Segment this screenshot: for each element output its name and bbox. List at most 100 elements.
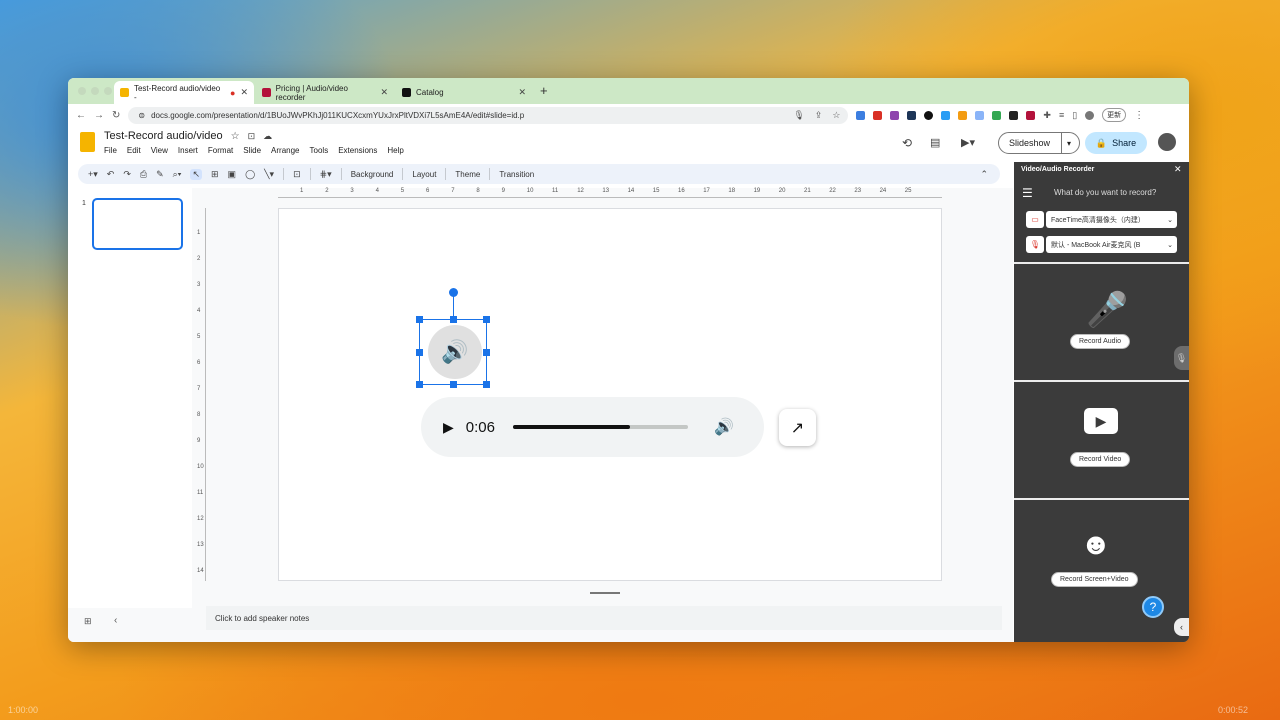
- redo-icon[interactable]: ↷: [123, 169, 131, 180]
- tab-pricing[interactable]: Pricing | Audio/video recorder ✕: [256, 81, 394, 104]
- reading-list-icon[interactable]: ≡: [1059, 110, 1064, 120]
- speaker-icon[interactable]: 🔊: [428, 325, 482, 379]
- tab-catalog[interactable]: Catalog ✕: [396, 81, 532, 104]
- progress-track[interactable]: [512, 425, 688, 429]
- extension-icon[interactable]: [856, 110, 866, 120]
- new-tab-button[interactable]: +: [540, 83, 548, 98]
- extension-icon[interactable]: [958, 110, 968, 120]
- extension-icon[interactable]: [1026, 110, 1036, 120]
- open-external-icon[interactable]: ↗: [779, 409, 816, 446]
- background-button[interactable]: Background: [351, 170, 394, 179]
- record-screen-video-button[interactable]: Record Screen+Video: [1051, 572, 1138, 587]
- slideshow-button[interactable]: Slideshow ▾: [998, 132, 1080, 154]
- record-video-button[interactable]: Record Video: [1070, 452, 1131, 467]
- menu-insert[interactable]: Insert: [178, 146, 198, 155]
- puzzle-icon[interactable]: ✚: [1043, 110, 1051, 121]
- close-tab-icon[interactable]: ✕: [380, 87, 388, 98]
- extension-icon[interactable]: [924, 110, 934, 120]
- doc-title[interactable]: Test-Record audio/video: [104, 130, 223, 142]
- close-tab-icon[interactable]: ✕: [240, 87, 248, 98]
- theme-button[interactable]: Theme: [455, 170, 480, 179]
- back-icon[interactable]: ←: [76, 110, 86, 121]
- rotate-handle[interactable]: [449, 288, 458, 297]
- version-history-icon[interactable]: ⟲: [902, 136, 912, 150]
- collapse-toolbar-icon[interactable]: ⌃: [980, 169, 988, 180]
- line-icon[interactable]: ╲▾: [264, 169, 274, 180]
- extension-icon[interactable]: [941, 110, 951, 120]
- slide-thumbnail[interactable]: [92, 198, 183, 250]
- star-icon[interactable]: ☆: [231, 131, 240, 142]
- notes-placeholder: Click to add speaker notes: [215, 613, 310, 623]
- menu-view[interactable]: View: [151, 146, 168, 155]
- arrange-icon[interactable]: ⋕▾: [320, 169, 332, 180]
- menu-arrange[interactable]: Arrange: [271, 146, 299, 155]
- help-button[interactable]: ?: [1142, 596, 1164, 618]
- expand-panel-icon[interactable]: ‹: [1174, 618, 1189, 636]
- play-icon[interactable]: ▶: [443, 419, 454, 436]
- record-audio-card[interactable]: 🎤 Record Audio: [1014, 262, 1189, 380]
- audio-icon-selection[interactable]: 🔊: [416, 288, 490, 388]
- update-button[interactable]: 更新: [1102, 108, 1127, 122]
- extension-icon[interactable]: [907, 110, 917, 120]
- transition-button[interactable]: Transition: [499, 170, 534, 179]
- grid-view-icon[interactable]: ⊞: [84, 616, 92, 627]
- select-icon[interactable]: ↖: [190, 168, 202, 180]
- notes-resize-handle[interactable]: [590, 592, 620, 594]
- cloud-status-icon[interactable]: ☁: [263, 131, 272, 142]
- extension-icon[interactable]: [873, 110, 883, 120]
- close-tab-icon[interactable]: ✕: [518, 87, 526, 98]
- kebab-menu-icon[interactable]: ⋮: [1134, 110, 1144, 121]
- move-folder-icon[interactable]: ⊡: [248, 131, 256, 142]
- site-info-icon[interactable]: ⊜: [138, 111, 145, 120]
- comment-icon[interactable]: ⊡: [293, 169, 301, 180]
- microphone-select[interactable]: 默认 - MacBook Air麦克风 (B ⌄: [1046, 236, 1177, 253]
- window-controls[interactable]: [78, 87, 112, 95]
- menu-extensions[interactable]: Extensions: [338, 146, 377, 155]
- comments-icon[interactable]: ▤: [930, 136, 940, 149]
- menu-help[interactable]: Help: [387, 146, 403, 155]
- extension-icon[interactable]: [890, 110, 900, 120]
- volume-icon[interactable]: 🔊: [714, 417, 734, 437]
- slides-logo-icon[interactable]: [80, 132, 95, 152]
- speaker-notes[interactable]: Click to add speaker notes: [206, 606, 1002, 630]
- slide-canvas[interactable]: 🔊 ▶ 0:06 🔊 ↗: [278, 208, 942, 581]
- collapse-filmstrip-icon[interactable]: ‹: [114, 615, 117, 626]
- extension-icon[interactable]: [1009, 110, 1019, 120]
- menu-format[interactable]: Format: [208, 146, 233, 155]
- bookmark-star-icon[interactable]: ☆: [832, 110, 840, 121]
- side-panel-icon[interactable]: ▯: [1072, 110, 1077, 121]
- zoom-icon[interactable]: ⌕▾: [173, 169, 182, 180]
- layout-button[interactable]: Layout: [412, 170, 436, 179]
- record-audio-button[interactable]: Record Audio: [1070, 334, 1131, 349]
- share-page-icon[interactable]: ⇪: [815, 110, 823, 121]
- new-slide-icon[interactable]: +▾: [88, 169, 98, 180]
- print-icon[interactable]: ⎙: [140, 169, 147, 180]
- extension-icon[interactable]: [992, 110, 1002, 120]
- omnibox[interactable]: ⊜ docs.google.com/presentation/d/1BUoJWv…: [128, 106, 849, 124]
- menu-tools[interactable]: Tools: [310, 146, 329, 155]
- tab-slides[interactable]: Test-Record audio/video - ● ✕: [114, 81, 254, 104]
- menu-edit[interactable]: Edit: [127, 146, 141, 155]
- forward-icon[interactable]: →: [94, 110, 104, 121]
- menu-file[interactable]: File: [104, 146, 117, 155]
- reload-icon[interactable]: ↻: [112, 110, 120, 121]
- record-screen-card[interactable]: ☻ Record Screen+Video ?: [1014, 498, 1189, 642]
- camera-select[interactable]: FaceTime高清摄像头（内建） ⌄: [1046, 211, 1177, 228]
- mic-icon[interactable]: 🎙: [793, 110, 804, 121]
- profile-avatar[interactable]: [1085, 110, 1095, 120]
- menu-slide[interactable]: Slide: [243, 146, 261, 155]
- image-icon[interactable]: ▣: [228, 169, 237, 180]
- shape-icon[interactable]: ◯: [245, 169, 255, 180]
- side-mic-tab-icon[interactable]: 🎙: [1174, 346, 1189, 370]
- undo-icon[interactable]: ↶: [107, 169, 115, 180]
- share-button[interactable]: 🔒 Share: [1085, 132, 1147, 154]
- textbox-icon[interactable]: ⊞: [211, 169, 219, 180]
- meet-icon[interactable]: ▶▾: [961, 136, 975, 149]
- paint-format-icon[interactable]: ✎: [156, 169, 164, 180]
- hamburger-menu-icon[interactable]: ☰: [1022, 186, 1033, 200]
- close-panel-icon[interactable]: ✕: [1174, 164, 1182, 175]
- extension-icon[interactable]: [975, 110, 985, 120]
- record-video-card[interactable]: ▶ Record Video: [1014, 380, 1189, 498]
- chevron-down-icon[interactable]: ▾: [1061, 132, 1071, 154]
- avatar[interactable]: [1158, 133, 1176, 151]
